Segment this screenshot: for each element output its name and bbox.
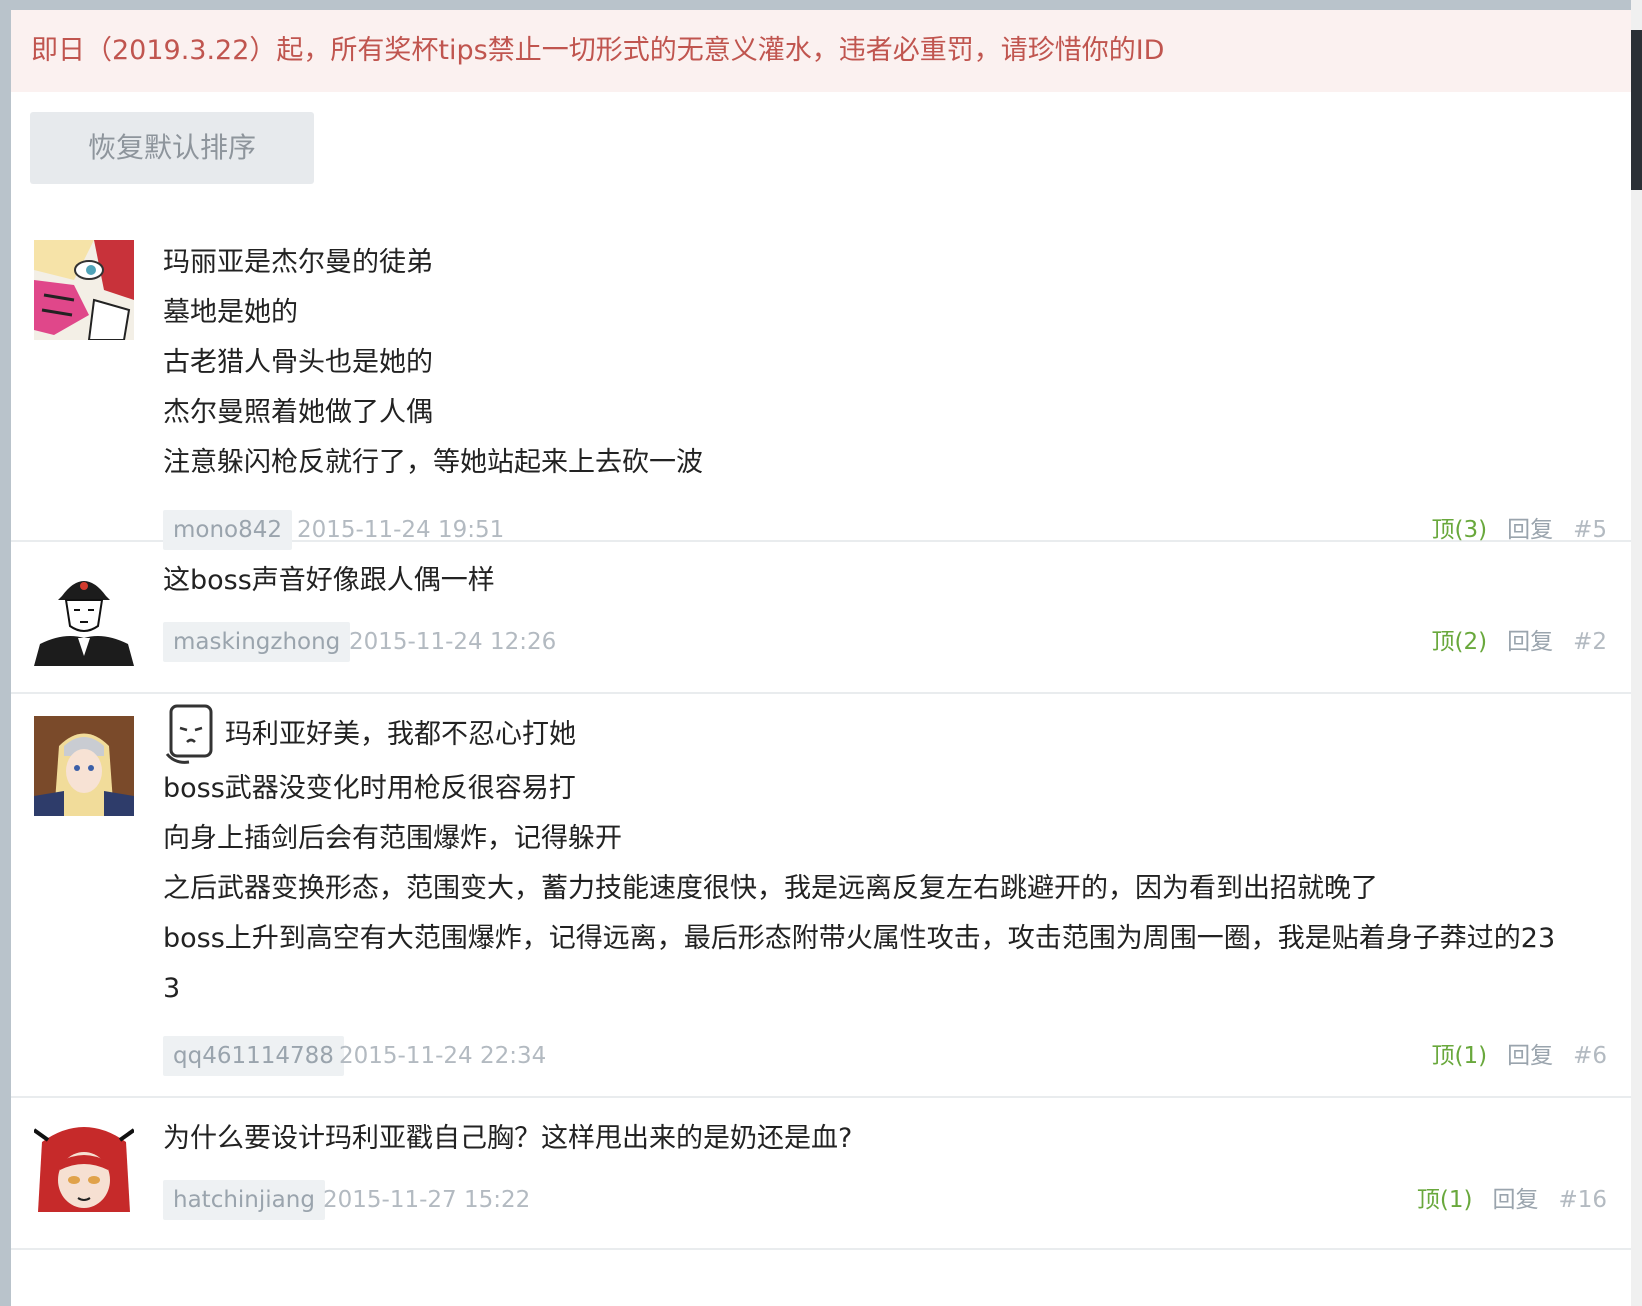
- comment-list: 玛丽亚是杰尔曼的徒弟 墓地是她的 古老猎人骨头也是她的 杰尔曼照着她做了人偶 注…: [11, 222, 1631, 1250]
- comment-item: 玛丽亚是杰尔曼的徒弟 墓地是她的 古老猎人骨头也是她的 杰尔曼照着她做了人偶 注…: [11, 222, 1631, 550]
- comment-meta: hatchinjiang 2015-11-27 15:22 顶(1) 回复 #1…: [163, 1180, 1607, 1220]
- floor-number: #2: [1573, 629, 1607, 655]
- avatar-image[interactable]: [34, 240, 134, 340]
- username-badge[interactable]: hatchinjiang: [163, 1180, 325, 1220]
- notice-banner: 即日（2019.3.22）起，所有奖杯tips禁止一切形式的无意义灌水，违者必重…: [11, 10, 1631, 92]
- avatar-image[interactable]: [34, 716, 134, 816]
- comment-timestamp: 2015-11-27 15:22: [323, 1187, 531, 1213]
- comment-actions: 顶(1) 回复 #16: [1417, 1180, 1607, 1220]
- comment-text-line: 向身上插剑后会有范围爆炸，记得躲开: [163, 823, 622, 854]
- upvote-button[interactable]: 顶(1): [1417, 1180, 1473, 1220]
- crying-face-emoji-icon: [165, 704, 213, 764]
- comment-text-line: 墓地是她的: [163, 297, 298, 328]
- comment-text-line: 3: [163, 973, 181, 1004]
- comment-meta: qq461114788 2015-11-24 22:34 顶(1) 回复 #6: [163, 1036, 1607, 1076]
- comment-text-line: 这boss声音好像跟人偶一样: [163, 565, 495, 596]
- comment-text-line: 玛丽亚是杰尔曼的徒弟: [163, 247, 433, 278]
- comment-text-line: 杰尔曼照着她做了人偶: [163, 397, 433, 428]
- avatar-image[interactable]: [34, 566, 134, 666]
- comment-text-line: boss武器没变化时用枪反很容易打: [163, 773, 576, 804]
- comment-text-line: 玛利亚好美，我都不忍心打她: [163, 704, 1607, 764]
- comment-item: 这boss声音好像跟人偶一样 maskingzhong 2015-11-24 1…: [11, 542, 1631, 694]
- reply-button[interactable]: 回复: [1492, 1180, 1538, 1220]
- tips-page: 即日（2019.3.22）起，所有奖杯tips禁止一切形式的无意义灌水，违者必重…: [11, 10, 1631, 1306]
- comment-timestamp: 2015-11-24 12:26: [349, 629, 557, 655]
- floor-number: #6: [1573, 1043, 1607, 1069]
- comment-timestamp: 2015-11-24 22:34: [339, 1043, 547, 1069]
- upvote-button[interactable]: 顶(2): [1432, 622, 1488, 662]
- comment-text-line: 注意躲闪枪反就行了，等她站起来上去砍一波: [163, 447, 703, 478]
- scrollbar[interactable]: [1631, 0, 1642, 1306]
- comment-text-line: boss上升到高空有大范围爆炸，记得远离，最后形态附带火属性攻击，攻击范围为周围…: [163, 923, 1556, 954]
- scrollbar-thumb[interactable]: [1631, 30, 1642, 190]
- avatar-image[interactable]: [34, 1122, 134, 1222]
- comment-text-line: 为什么要设计玛利亚戳自己胸？这样甩出来的是奶还是血?: [163, 1123, 853, 1154]
- username-badge[interactable]: qq461114788: [163, 1036, 344, 1076]
- restore-default-sort-button[interactable]: 恢复默认排序: [30, 112, 314, 184]
- reply-button[interactable]: 回复: [1507, 1036, 1553, 1076]
- username-badge[interactable]: maskingzhong: [163, 622, 351, 662]
- comment-text-line: 古老猎人骨头也是她的: [163, 347, 433, 378]
- comment-actions: 顶(2) 回复 #2: [1432, 622, 1608, 662]
- floor-number: #16: [1558, 1187, 1607, 1213]
- comment-text: 玛利亚好美，我都不忍心打她: [225, 719, 576, 750]
- comment-item: 玛利亚好美，我都不忍心打她 boss武器没变化时用枪反很容易打 向身上插剑后会有…: [11, 694, 1631, 1098]
- comment-meta: maskingzhong 2015-11-24 12:26 顶(2) 回复 #2: [163, 622, 1607, 662]
- comment-actions: 顶(1) 回复 #6: [1432, 1036, 1608, 1076]
- reply-button[interactable]: 回复: [1507, 622, 1553, 662]
- comment-text-line: 之后武器变换形态，范围变大，蓄力技能速度很快，我是远离反复左右跳避开的，因为看到…: [163, 873, 1378, 904]
- comment-item: 为什么要设计玛利亚戳自己胸？这样甩出来的是奶还是血? hatchinjiang …: [11, 1098, 1631, 1250]
- upvote-button[interactable]: 顶(1): [1432, 1036, 1488, 1076]
